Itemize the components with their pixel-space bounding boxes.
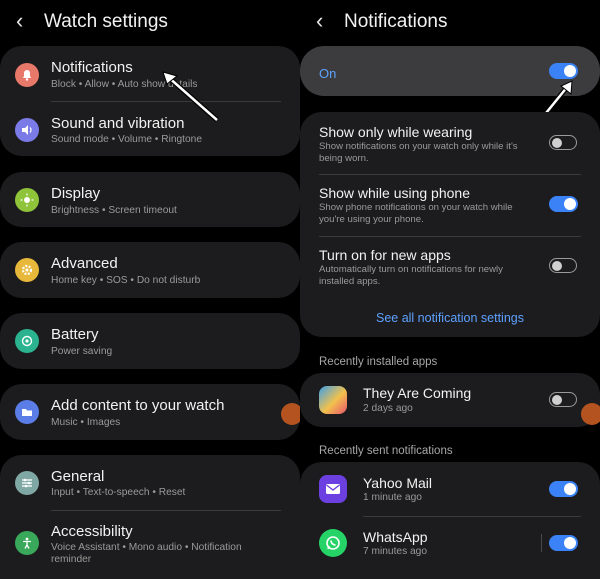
header: ‹ Notifications (300, 0, 600, 44)
master-toggle[interactable] (549, 63, 578, 79)
item-title: Display (51, 185, 101, 202)
folder-icon (15, 400, 39, 424)
option-subtitle: Automatically turn on notifications for … (319, 264, 503, 287)
toggle-knob (552, 260, 562, 271)
app-subtitle: 2 days ago (363, 403, 413, 414)
option-title: Show while using phone (319, 185, 470, 201)
settings-item-add-content[interactable]: Add content to your watch Music • Images (0, 384, 300, 440)
gear-icon (15, 258, 39, 282)
option-subtitle: Show notifications on your watch only wh… (319, 141, 518, 164)
section-label: Recently sent notifications (319, 445, 453, 457)
section-label: Recently installed apps (319, 356, 438, 368)
app-subtitle: 7 minutes ago (363, 546, 427, 557)
item-title: Battery (51, 326, 99, 343)
watch-settings-panel: ‹ Watch settings Notifications Block • A… (0, 0, 300, 579)
toggle-knob (564, 537, 576, 549)
whatsapp-icon (319, 529, 347, 557)
option-subtitle: Show phone notifications on your watch w… (319, 202, 513, 225)
option-show-while-using-phone[interactable]: Show while using phone Show phone notifi… (300, 174, 600, 236)
master-label: On (319, 66, 337, 81)
toggle-knob (552, 137, 562, 148)
toggle-knob (564, 65, 576, 77)
sliders-icon (15, 471, 39, 495)
back-icon[interactable]: ‹ (316, 9, 323, 33)
floating-button[interactable] (581, 403, 600, 425)
battery-icon (15, 329, 39, 353)
bell-icon (15, 63, 39, 87)
settings-item-sound[interactable]: Sound and vibration Sound mode • Volume … (0, 101, 300, 156)
item-subtitle: Voice Assistant • Mono audio • Notificat… (51, 542, 242, 565)
toggle-knob (564, 198, 576, 210)
item-subtitle: Home key • SOS • Do not disturb (51, 275, 201, 286)
see-all-link[interactable]: See all notification settings (300, 311, 600, 325)
app-row-whatsapp[interactable]: WhatsApp 7 minutes ago (300, 516, 600, 570)
item-title: General (51, 468, 105, 485)
option-title: Show only while wearing (319, 124, 473, 140)
page-title: Watch settings (44, 11, 168, 32)
item-subtitle: Power saving (51, 346, 113, 357)
option-show-while-wearing[interactable]: Show only while wearing Show notificatio… (300, 112, 600, 174)
option-toggle[interactable] (549, 258, 577, 273)
option-toggle[interactable] (549, 135, 577, 150)
item-subtitle: Input • Text-to-speech • Reset (51, 487, 186, 498)
app-row-yahoo-mail[interactable]: Yahoo Mail 1 minute ago (300, 462, 600, 516)
app-title: WhatsApp (363, 529, 428, 545)
app-title: They Are Coming (363, 385, 472, 401)
option-title: Turn on for new apps (319, 247, 451, 263)
divider (541, 534, 542, 552)
settings-item-accessibility[interactable]: Accessibility Voice Assistant • Mono aud… (0, 510, 300, 576)
item-title: Add content to your watch (51, 397, 225, 414)
app-title: Yahoo Mail (363, 475, 433, 491)
option-turn-on-new-apps[interactable]: Turn on for new apps Automatically turn … (300, 236, 600, 298)
page-title: Notifications (344, 11, 448, 32)
accessibility-icon (15, 531, 39, 555)
back-icon[interactable]: ‹ (16, 9, 23, 33)
toggle-knob (564, 483, 576, 495)
settings-item-advanced[interactable]: Advanced Home key • SOS • Do not disturb (0, 242, 300, 298)
item-subtitle: Brightness • Screen timeout (51, 205, 177, 216)
item-title: Advanced (51, 255, 118, 272)
arrow-annotation (162, 71, 219, 122)
notifications-panel: ‹ Notifications On Show only while weari… (300, 0, 600, 579)
app-toggle[interactable] (549, 481, 578, 497)
speaker-icon (15, 118, 39, 142)
item-subtitle: Music • Images (51, 417, 121, 428)
mail-icon (319, 475, 347, 503)
game-app-icon (319, 386, 347, 414)
header: ‹ Watch settings (0, 0, 300, 44)
brightness-icon (15, 188, 39, 212)
app-subtitle: 1 minute ago (363, 492, 422, 503)
item-title: Accessibility (51, 523, 133, 540)
toggle-knob (552, 394, 562, 405)
floating-button[interactable] (281, 403, 300, 425)
app-toggle[interactable] (549, 392, 577, 407)
settings-item-battery[interactable]: Battery Power saving (0, 313, 300, 369)
settings-item-general[interactable]: General Input • Text-to-speech • Reset (0, 455, 300, 510)
app-toggle[interactable] (549, 535, 578, 551)
app-row-they-are-coming[interactable]: They Are Coming 2 days ago (300, 373, 600, 427)
item-title: Notifications (51, 59, 133, 76)
settings-item-display[interactable]: Display Brightness • Screen timeout (0, 172, 300, 227)
item-subtitle: Sound mode • Volume • Ringtone (51, 134, 202, 145)
settings-item-notifications[interactable]: Notifications Block • Allow • Auto show … (0, 46, 300, 101)
option-toggle[interactable] (549, 196, 578, 212)
